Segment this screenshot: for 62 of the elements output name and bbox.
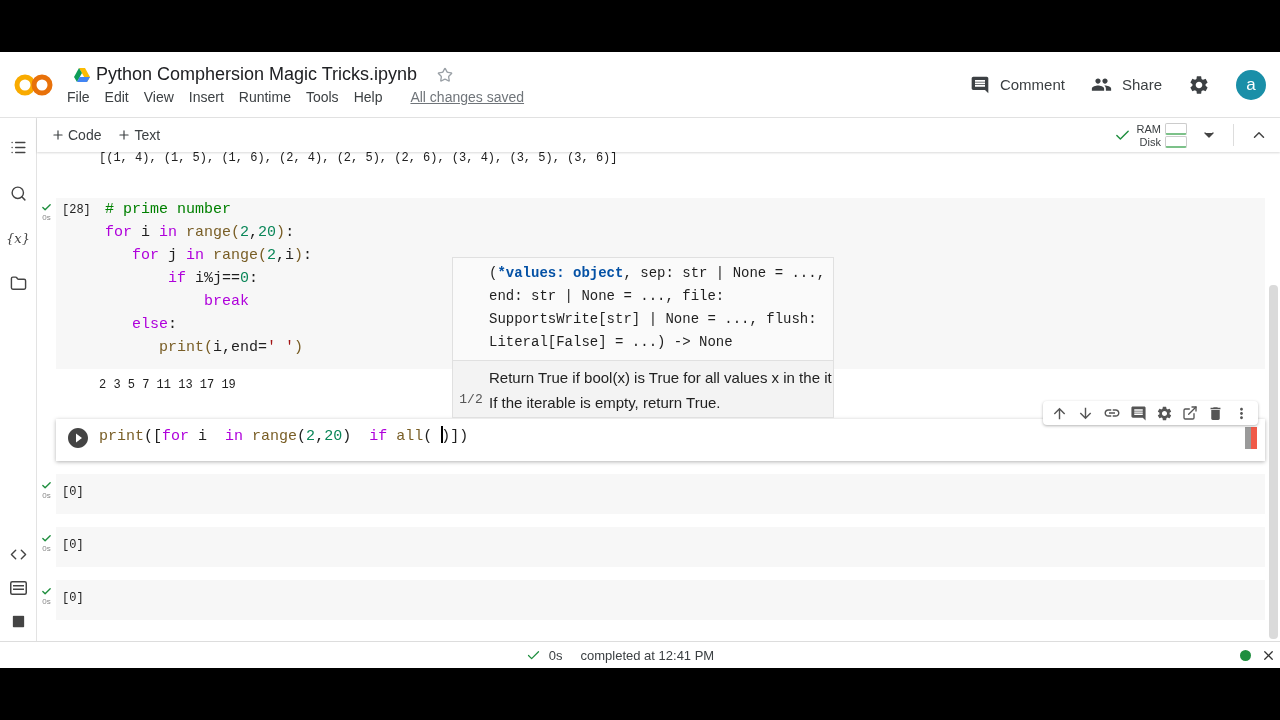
plus-icon (117, 128, 132, 142)
run-button[interactable] (65, 426, 90, 450)
comment-button[interactable]: Comment (969, 74, 1065, 95)
code-line[interactable]: else: (105, 313, 313, 336)
execution-time: 0s (42, 213, 51, 222)
code-line[interactable]: for i in range(2,20): (105, 221, 313, 244)
add-cell-button[interactable]: Text (117, 127, 161, 143)
docstring-line: Return True if bool(x) is True for all values x in the it (489, 369, 832, 386)
code-line[interactable]: print(i,end=' ') (105, 336, 313, 359)
signature-line: end: str | None = ..., file: (489, 287, 726, 306)
variables-icon[interactable]: {x} (6, 231, 30, 246)
add-cell-button[interactable]: Code (51, 127, 102, 143)
code-line[interactable]: if i%j==0: (105, 267, 313, 290)
execution-count: [28] (61, 202, 92, 219)
status-message: completed at 12:41 PM (580, 647, 715, 663)
search-icon[interactable] (9, 185, 27, 202)
comment-icon[interactable] (1130, 404, 1147, 422)
mirror-cell-icon[interactable] (1182, 405, 1198, 421)
cell-marker (1245, 427, 1257, 449)
execution-count: [0] (61, 590, 85, 607)
menu-item[interactable]: Edit (103, 89, 130, 105)
menu-item[interactable]: Runtime (237, 89, 292, 105)
execution-time: 0s (42, 544, 51, 553)
menu-item[interactable]: Tools (304, 89, 340, 105)
command-palette-icon[interactable] (9, 581, 27, 595)
code-line[interactable]: # prime number (105, 198, 313, 221)
plus-icon (51, 128, 65, 142)
execution-time: 0s (42, 597, 51, 606)
settings-icon[interactable] (1156, 404, 1173, 422)
menu-item[interactable]: Help (352, 89, 384, 105)
signature-line: (*values: object, sep: str | None = ..., (489, 264, 826, 283)
star-icon[interactable] (437, 66, 454, 83)
menu-item[interactable]: Insert (187, 89, 225, 105)
share-button[interactable]: Share (1090, 74, 1162, 95)
scrollbar[interactable] (1269, 285, 1278, 639)
code-line[interactable]: break (105, 290, 313, 313)
settings-icon[interactable] (1188, 73, 1210, 96)
execution-time: 0s (42, 491, 51, 500)
resource-meter (1165, 122, 1187, 135)
overload-pager[interactable]: 1/2 (453, 392, 489, 411)
cell-output: [(1, 4), (1, 5), (1, 6), (2, 4), (2, 5), (2, 6), (3, 4), (3, 5), (3, 6)] (99, 152, 619, 165)
signature-line: Literal[False] = ...) -> None (489, 333, 734, 352)
code-line[interactable]: for j in range(2,i): (105, 244, 313, 267)
folder-icon[interactable] (9, 275, 27, 292)
resource-label: Disk (1138, 135, 1161, 148)
table-of-contents-icon[interactable] (9, 139, 27, 156)
execution-count: [0] (61, 537, 85, 554)
execution-count: [0] (61, 484, 85, 501)
notebook-title[interactable]: Python Comphersion Magic Tricks.ipynb (96, 64, 418, 85)
code-line[interactable]: print([for i in range(2,20) if all( )]) (99, 425, 469, 448)
drive-icon[interactable] (74, 67, 90, 82)
run-time: 0s (548, 647, 563, 663)
docstring-line: If the iterable is empty, return True. (489, 394, 722, 411)
cell-output: 2 3 5 7 11 13 17 19 (98, 377, 236, 394)
resource-label: RAM (1136, 122, 1161, 135)
resource-meter (1165, 135, 1187, 148)
comment-icon (969, 74, 990, 95)
menu-item[interactable]: File (66, 89, 91, 105)
user-avatar[interactable]: a (1236, 69, 1266, 100)
signature-line: SupportsWrite[str] | None = ..., flush: (489, 310, 818, 329)
menu-item[interactable]: View (142, 89, 175, 105)
save-status-link[interactable]: All changes saved (410, 89, 525, 105)
